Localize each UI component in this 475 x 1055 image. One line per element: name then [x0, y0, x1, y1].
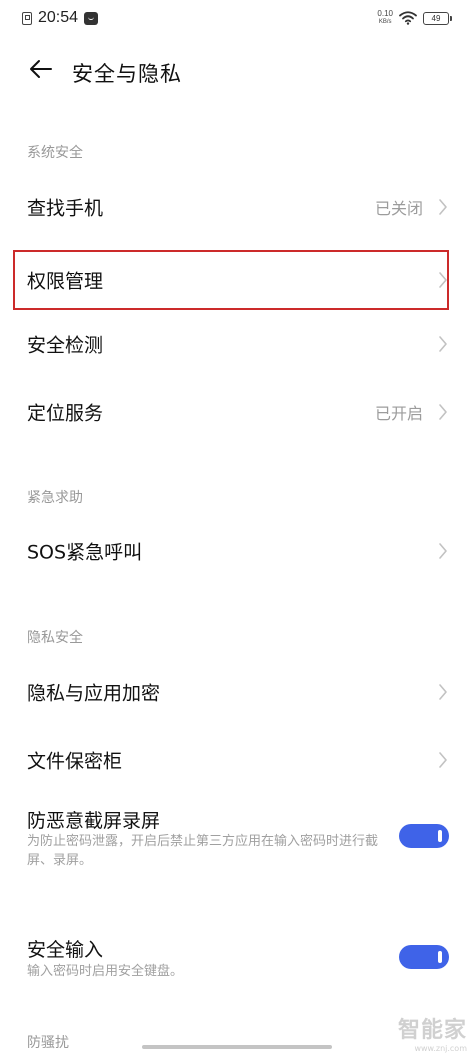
status-bar-left: 20:54: [22, 8, 99, 28]
toggle-title: 安全输入: [27, 939, 104, 961]
menu-item-sos-call[interactable]: SOS紧急呼叫: [0, 520, 475, 582]
toggle-switch-secure-input[interactable]: [399, 945, 449, 969]
watermark-text: 智能家: [397, 1018, 467, 1043]
menu-item-privacy-app-encryption[interactable]: 隐私与应用加密: [0, 661, 475, 723]
toggle-description: 输入密码时启用安全键盘。: [27, 964, 184, 979]
page-title: 安全与隐私: [72, 62, 182, 86]
home-indicator[interactable]: [142, 1045, 332, 1049]
menu-item-status: 已关闭: [374, 199, 423, 218]
chevron-right-icon: [438, 403, 448, 421]
section-header-privacy: 隐私安全: [27, 630, 83, 646]
toggle-title: 防恶意截屏录屏: [27, 810, 161, 832]
toggle-description: 为防止密码泄露，开启后禁止第三方应用在输入密码时进行截屏、录屏。: [27, 834, 379, 868]
chevron-right-icon: [438, 751, 448, 769]
menu-item-label: 定位服务: [27, 402, 104, 425]
arrow-left-icon: [29, 59, 53, 83]
menu-item-label: 权限管理: [27, 270, 104, 293]
section-header-anti-harassment: 防骚扰: [27, 1035, 69, 1051]
chevron-right-icon: [438, 542, 448, 560]
menu-item-permission-management[interactable]: 权限管理: [0, 249, 475, 311]
toggle-switch-anti-screenshot[interactable]: [399, 824, 449, 848]
chevron-right-icon: [438, 271, 448, 289]
network-speed: 0.10 KB/s: [377, 10, 393, 26]
menu-item-label: 文件保密柜: [27, 750, 123, 773]
section-header-system-security: 系统安全: [27, 145, 83, 161]
menu-item-find-phone[interactable]: 查找手机 已关闭: [0, 176, 475, 238]
network-speed-unit: KB/s: [378, 19, 392, 25]
battery-level: 49: [431, 13, 441, 23]
battery-icon: 49: [423, 11, 452, 25]
menu-item-label: 查找手机: [27, 197, 104, 220]
page-header: 安全与隐私: [0, 48, 475, 92]
menu-item-label: SOS紧急呼叫: [27, 541, 143, 564]
back-button[interactable]: [26, 56, 56, 86]
status-time: 20:54: [38, 9, 79, 26]
status-bar-right: 0.10 KB/s 49: [377, 8, 452, 28]
chevron-right-icon: [438, 198, 448, 216]
chevron-right-icon: [438, 683, 448, 701]
section-header-emergency: 紧急求助: [27, 490, 83, 506]
menu-item-security-check[interactable]: 安全检测: [0, 313, 475, 375]
switch-knob: [438, 830, 442, 842]
notification-icon: [84, 11, 99, 25]
wifi-icon: [399, 11, 417, 25]
watermark-logo: 智能家 www.znj.com: [398, 1012, 467, 1053]
menu-item-location-service[interactable]: 定位服务 已开启: [0, 381, 475, 443]
toggle-item-anti-screenshot: 防恶意截屏录屏 为防止密码泄露，开启后禁止第三方应用在输入密码时进行截屏、录屏。: [0, 806, 475, 876]
status-bar: 20:54 0.10 KB/s 49: [0, 0, 475, 36]
watermark-url: www.znj.com: [414, 1044, 467, 1053]
toggle-item-secure-input: 安全输入 输入密码时启用安全键盘。: [0, 935, 475, 985]
menu-item-status: 已开启: [374, 404, 423, 423]
menu-item-label: 安全检测: [27, 334, 104, 357]
sim-icon: [22, 11, 32, 25]
network-speed-value: 0.10: [377, 9, 393, 18]
menu-item-file-safe[interactable]: 文件保密柜: [0, 729, 475, 791]
menu-item-label: 隐私与应用加密: [27, 682, 161, 705]
switch-knob: [438, 951, 442, 963]
chevron-right-icon: [438, 335, 448, 353]
